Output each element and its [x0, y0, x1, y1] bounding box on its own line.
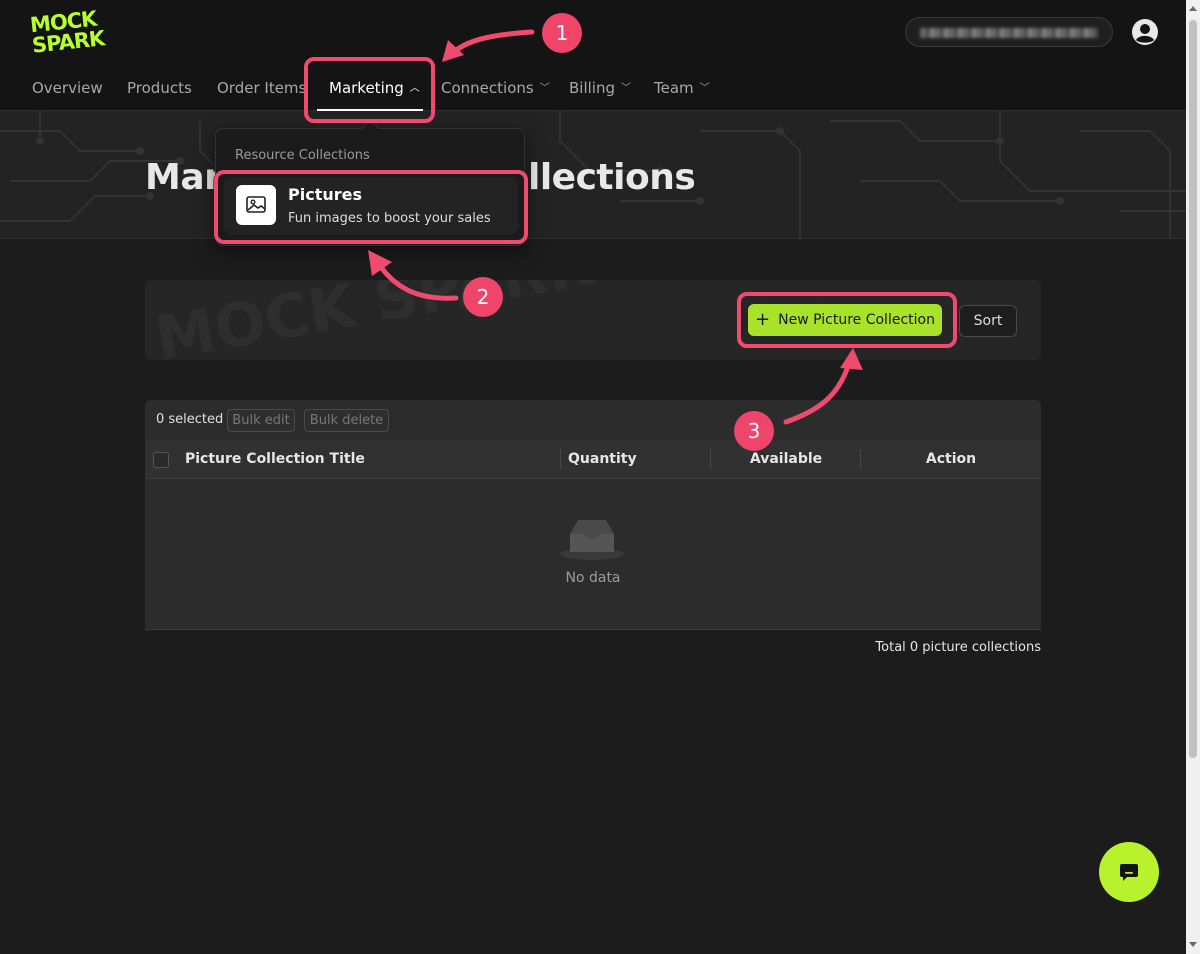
nav-label: Order Items	[217, 79, 307, 97]
nav-team[interactable]: Team ﹀	[654, 72, 710, 104]
highlight-new-button	[737, 292, 957, 348]
step-badge-2: 2	[463, 277, 503, 317]
user-avatar-icon[interactable]	[1131, 18, 1159, 46]
account-email-pill[interactable]	[905, 17, 1113, 47]
nav-billing[interactable]: Billing ﹀	[569, 72, 631, 104]
column-header-available[interactable]: Available	[711, 440, 861, 479]
column-header-title[interactable]: Picture Collection Title	[185, 440, 365, 479]
table-header: Picture Collection Title Quantity Availa…	[145, 440, 1041, 479]
chevron-down-icon: ﹀	[699, 82, 710, 94]
chat-button[interactable]	[1099, 842, 1159, 902]
bulk-edit-button[interactable]: Bulk edit	[227, 409, 295, 432]
scrollbar-thumb[interactable]	[1189, 20, 1197, 758]
redacted-email	[920, 28, 1098, 38]
bulk-delete-button[interactable]: Bulk delete	[304, 409, 389, 432]
nav-order-items[interactable]: Order Items	[217, 72, 306, 104]
column-header-quantity[interactable]: Quantity	[568, 440, 637, 479]
sort-button-label: Sort	[973, 313, 1003, 329]
nav-label: Products	[127, 79, 192, 97]
page-title-end: llections	[528, 157, 696, 198]
nav-products[interactable]: Products	[127, 72, 192, 104]
nav-connections[interactable]: Connections ﹀	[441, 72, 550, 104]
column-divider	[560, 449, 561, 469]
scroll-down-arrow-icon[interactable]	[1189, 942, 1197, 947]
dropdown-section-heading: Resource Collections	[235, 148, 370, 163]
empty-state-text: No data	[565, 570, 621, 586]
badge-number: 2	[476, 285, 490, 309]
top-bar: MOCK SPARK Overview Products Order Items…	[0, 0, 1186, 111]
highlight-pictures-item	[214, 170, 528, 244]
column-header-action[interactable]: Action	[861, 440, 1041, 479]
badge-number: 3	[747, 419, 761, 443]
bulk-edit-label: Bulk edit	[232, 413, 290, 428]
page-scrollbar[interactable]	[1186, 0, 1200, 954]
chevron-down-icon: ﹀	[621, 82, 631, 94]
nav-overview[interactable]: Overview	[32, 72, 103, 104]
selected-count: 0 selected	[156, 412, 224, 427]
nav-label: Overview	[32, 79, 103, 97]
bulk-delete-label: Bulk delete	[309, 413, 384, 428]
page-title: Mar llections	[145, 157, 696, 198]
chat-bubble-icon	[1120, 864, 1138, 881]
page-title-start: Mar	[145, 157, 222, 198]
sort-button[interactable]: Sort	[959, 305, 1017, 337]
select-all-checkbox[interactable]	[153, 452, 169, 468]
empty-inbox-icon	[560, 520, 624, 560]
collections-table: 0 selected Bulk edit Bulk delete Picture…	[145, 400, 1041, 630]
nav-label: Team	[654, 79, 694, 97]
highlight-marketing-tab	[304, 57, 435, 123]
nav-label: Billing	[569, 79, 615, 97]
badge-number: 1	[555, 21, 569, 45]
mock-spark-logo[interactable]: MOCK SPARK	[29, 7, 120, 58]
step-badge-1: 1	[542, 13, 582, 53]
scroll-up-arrow-icon[interactable]	[1189, 6, 1197, 11]
table-total: Total 0 picture collections	[875, 640, 1041, 655]
brand-watermark: MOCK SPARK	[150, 280, 599, 360]
chevron-down-icon: ﹀	[539, 82, 550, 94]
nav-label: Connections	[441, 79, 534, 97]
step-badge-3: 3	[734, 411, 774, 451]
